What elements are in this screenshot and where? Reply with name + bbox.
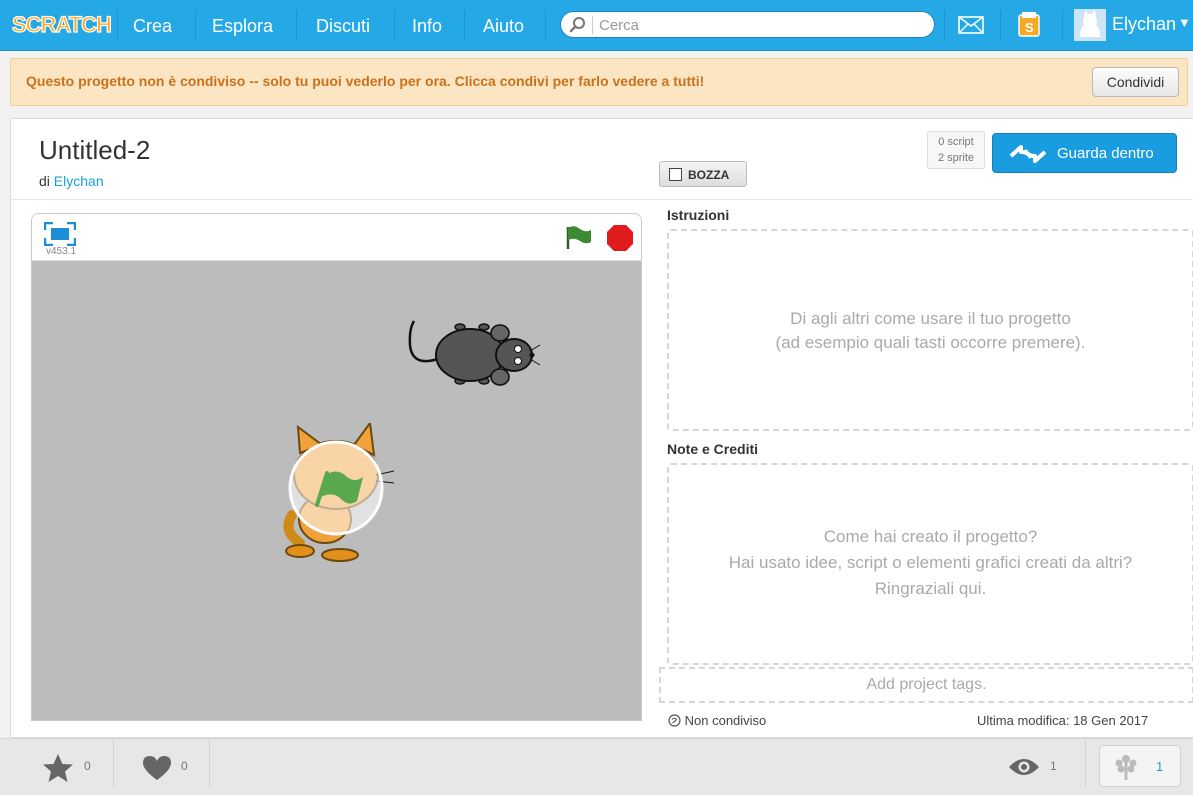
banner-message: Questo progetto non è condiviso -- solo … [26,73,705,89]
nav-divider [464,10,465,40]
project-title[interactable]: Untitled-2 [39,135,150,166]
love-count: 0 [181,759,188,773]
see-inside-button[interactable]: Guarda dentro [992,133,1177,173]
tags-input[interactable]: Add project tags. [659,667,1193,703]
nav-discuss[interactable]: Discuti [316,0,370,50]
notes-field[interactable]: Come hai creato il progetto? Hai usato i… [667,463,1193,665]
footer-divider [1085,739,1086,787]
instructions-placeholder-line2: (ad esempio quali tasti occorre premere)… [775,333,1086,352]
nav-divider [296,10,297,40]
instructions-field[interactable]: Di agli altri come usare il tuo progetto… [667,229,1193,431]
scratch-logo-text: SCRATCH [12,12,111,37]
stats-footer: 0 0 1 1 [0,738,1193,795]
play-overlay[interactable] [287,439,385,537]
footer-divider [209,739,210,787]
notes-placeholder-line3: Ringraziali qui. [874,579,987,598]
scripts-count: 0 script [938,136,974,148]
love-icon[interactable] [141,755,173,786]
see-inside-label: Guarda dentro [1057,145,1154,162]
nav-create[interactable]: Crea [133,0,172,50]
not-shared-icon [668,713,685,728]
remix-tree-icon [1112,753,1140,786]
remix-count: 1 [1156,759,1164,774]
player-controls: v453.1 [32,214,641,261]
svg-text:S: S [1025,20,1034,35]
search-divider [592,16,593,34]
nav-divider [944,10,945,40]
byline-prefix: di [39,173,50,189]
notes-placeholder-line1: Come hai creato il progetto? [823,527,1038,546]
instructions-label: Istruzioni [667,207,730,223]
project-byline: di Elychan [39,173,104,189]
views-count: 1 [1050,759,1057,773]
project-card: Untitled-2 di Elychan BOZZA 0 script 2 s… [10,118,1193,738]
instructions-placeholder-line1: Di agli altri come usare il tuo progetto [790,309,1071,328]
top-nav: SCRATCH Crea Esplora Discuti Info Aiuto [0,0,1193,51]
player-version: v453.1 [46,246,77,257]
project-counts: 0 script 2 sprite [927,131,985,169]
green-flag-icon[interactable] [564,224,594,255]
nav-about[interactable]: Info [412,0,442,50]
nav-divider [394,10,395,40]
project-header: Untitled-2 di Elychan BOZZA 0 script 2 s… [11,119,1193,200]
nav-divider [195,10,196,40]
username: Elychan [1112,14,1177,34]
notes-placeholder-line2: Hai usato idee, script o elementi grafic… [728,553,1133,572]
last-modified: Ultima modifica: 18 Gen 2017 [977,713,1149,728]
search-bar [560,11,935,38]
messages-icon[interactable] [958,16,984,39]
nav-explore[interactable]: Esplora [212,0,273,50]
author-link[interactable]: Elychan [54,173,104,189]
chevron-down-icon: ▼ [1178,15,1191,30]
search-input[interactable] [597,14,921,37]
footer-divider [113,739,114,787]
nav-divider [117,10,118,40]
remix-tree-button[interactable]: 1 [1099,745,1181,787]
share-button[interactable]: Condividi [1092,67,1179,97]
nav-divider [545,10,546,40]
scratch-logo[interactable]: SCRATCH [10,10,112,38]
views-icon [1008,757,1040,782]
draft-toggle[interactable]: BOZZA [659,161,747,187]
stop-icon[interactable] [606,224,634,257]
nav-divider [1000,10,1001,40]
project-player: v453.1 [31,213,642,721]
share-status-text: Non condiviso [684,713,767,728]
my-stuff-icon[interactable]: S [1017,12,1041,43]
see-inside-icon [1009,145,1047,163]
favorite-count: 0 [84,759,91,773]
nav-divider [1062,10,1063,40]
nav-help[interactable]: Aiuto [483,0,524,50]
mouse-sprite [408,320,541,386]
not-shared-banner: Questo progetto non è condiviso -- solo … [10,58,1188,106]
favorite-icon[interactable] [42,753,74,788]
share-status: Non condiviso [668,713,766,728]
search-icon[interactable] [569,16,587,34]
notes-label: Note e Crediti [667,441,759,457]
sprites-count: 2 sprite [937,152,975,164]
draft-checkbox[interactable] [669,168,682,181]
stage-canvas[interactable] [32,261,641,720]
user-avatar [1074,9,1106,41]
draft-label: BOZZA [688,168,730,182]
